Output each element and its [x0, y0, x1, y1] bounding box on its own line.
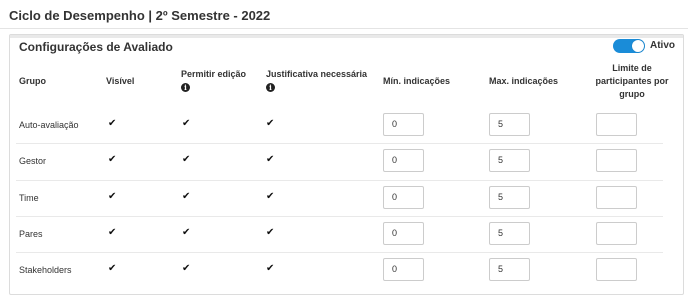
- row-divider: [16, 252, 663, 253]
- justificativa-checkbox[interactable]: ✔: [266, 119, 276, 129]
- active-toggle[interactable]: [613, 39, 645, 53]
- table-row: Auto-avaliação ✔ ✔ ✔ 0 5: [10, 107, 683, 143]
- min-input[interactable]: 0: [383, 258, 424, 281]
- table-row: Stakeholders ✔ ✔ ✔ 0 5: [10, 252, 683, 288]
- table-row: Time ✔ ✔ ✔ 0 5: [10, 180, 683, 216]
- row-divider: [16, 216, 663, 217]
- header-justificativa-label: Justificativa necessária: [266, 69, 368, 79]
- header-permitir-edicao-label: Permitir edição: [181, 69, 247, 79]
- max-input[interactable]: 5: [489, 222, 530, 245]
- limite-input[interactable]: [596, 149, 637, 172]
- grupo-label: Auto-avaliação: [19, 120, 79, 130]
- max-input[interactable]: 5: [489, 186, 530, 209]
- justificativa-checkbox[interactable]: ✔: [266, 192, 276, 202]
- grupo-label: Pares: [19, 229, 43, 239]
- title-divider: [0, 28, 688, 29]
- table-row: Pares ✔ ✔ ✔ 0 5: [10, 216, 683, 252]
- header-limite-line1: Limite de: [612, 63, 652, 73]
- panel-title: Configurações de Avaliado: [19, 40, 173, 54]
- visivel-checkbox[interactable]: ✔: [108, 155, 118, 165]
- visivel-checkbox[interactable]: ✔: [108, 119, 118, 129]
- header-limite-line2: participantes por: [595, 76, 669, 86]
- table-row: Gestor ✔ ✔ ✔ 0 5: [10, 143, 683, 179]
- row-divider: [16, 180, 663, 181]
- min-input[interactable]: 0: [383, 149, 424, 172]
- limite-input[interactable]: [596, 258, 637, 281]
- header-limite: Limite de participantes por grupo: [592, 62, 672, 101]
- min-input[interactable]: 0: [383, 222, 424, 245]
- justificativa-checkbox[interactable]: ✔: [266, 228, 276, 238]
- limite-input[interactable]: [596, 222, 637, 245]
- header-min-indicacoes: Mín. indicações: [383, 76, 451, 86]
- grupo-label: Time: [19, 193, 39, 203]
- min-input[interactable]: 0: [383, 113, 424, 136]
- max-input[interactable]: 5: [489, 113, 530, 136]
- row-divider: [16, 143, 663, 144]
- justificativa-checkbox[interactable]: ✔: [266, 264, 276, 274]
- max-input[interactable]: 5: [489, 258, 530, 281]
- limite-input[interactable]: [596, 113, 637, 136]
- panel-header-bar: [10, 35, 683, 38]
- active-toggle-label: Ativo: [650, 40, 675, 51]
- info-circle-icon[interactable]: i: [181, 83, 190, 92]
- header-grupo: Grupo: [19, 76, 46, 86]
- justificativa-checkbox[interactable]: ✔: [266, 155, 276, 165]
- header-limite-line3: grupo: [619, 89, 645, 99]
- toggle-knob: [632, 40, 644, 52]
- permitir-checkbox[interactable]: ✔: [182, 228, 192, 238]
- grupo-label: Stakeholders: [19, 265, 72, 275]
- visivel-checkbox[interactable]: ✔: [108, 192, 118, 202]
- permitir-checkbox[interactable]: ✔: [182, 155, 192, 165]
- permitir-checkbox[interactable]: ✔: [182, 264, 192, 274]
- info-circle-icon[interactable]: i: [266, 83, 275, 92]
- header-visivel: Visível: [106, 76, 135, 86]
- limite-input[interactable]: [596, 186, 637, 209]
- header-max-indicacoes: Max. indicações: [489, 76, 559, 86]
- min-input[interactable]: 0: [383, 186, 424, 209]
- permitir-checkbox[interactable]: ✔: [182, 119, 192, 129]
- header-permitir-edicao: Permitir edição i: [181, 68, 246, 94]
- page-title: Ciclo de Desempenho | 2º Semestre - 2022: [9, 8, 271, 23]
- visivel-checkbox[interactable]: ✔: [108, 264, 118, 274]
- avaliado-settings-panel: Configurações de Avaliado Ativo Grupo Vi…: [9, 34, 684, 295]
- visivel-checkbox[interactable]: ✔: [108, 228, 118, 238]
- header-justificativa: Justificativa necessária i: [266, 68, 367, 94]
- grupo-label: Gestor: [19, 156, 47, 166]
- permitir-checkbox[interactable]: ✔: [182, 192, 192, 202]
- max-input[interactable]: 5: [489, 149, 530, 172]
